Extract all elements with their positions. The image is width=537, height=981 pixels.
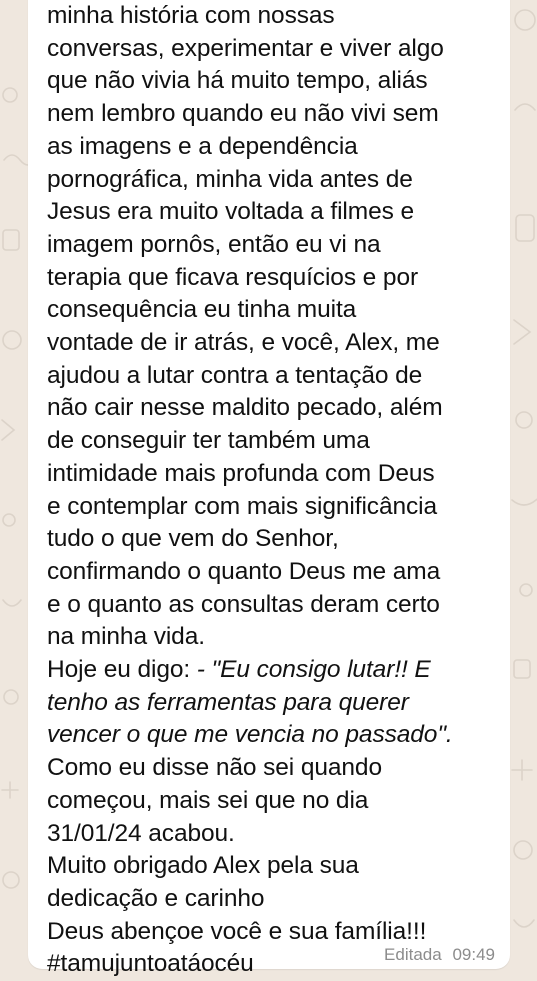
message-line: intimidade mais profunda com Deus	[47, 459, 435, 487]
message-line: começou, mais sei que no dia	[47, 786, 369, 814]
message-line: Deus abençoe você e sua família!!!	[47, 917, 427, 945]
message-line: Jesus era muito voltada a filmes e	[47, 198, 414, 226]
message-line: pornográfica, minha vida antes de	[47, 165, 413, 193]
message-line: na minha vida.	[47, 623, 205, 651]
message-line: Muito obrigado Alex pela sua	[47, 852, 359, 880]
message-line: e contemplar com mais significância	[47, 492, 438, 520]
message-line-plain-part: Hoje eu digo:	[47, 656, 197, 684]
message-line: Como eu disse não sei quando	[47, 754, 382, 782]
message-line: que não vivia há muito tempo, aliás	[47, 67, 428, 95]
message-line-italic-part: - "Eu consigo lutar!! E	[196, 656, 431, 684]
message-line: terapia que ficava resquícios e por	[47, 263, 419, 291]
message-line: as imagens e a dependência	[47, 132, 358, 160]
message-line: minha história com nossas	[47, 2, 335, 29]
message-line: consequência eu tinha muita	[47, 296, 357, 324]
message-line: de conseguir ter também uma	[47, 427, 370, 455]
message-line: ajudou a lutar contra a tentação de	[47, 361, 423, 389]
message-line: nem lembro quando eu não vivi sem	[47, 100, 439, 128]
message-line: e o quanto as consultas deram certo	[47, 590, 440, 618]
message-line: dedicação e carinho	[47, 884, 265, 912]
message-line: tudo o que vem do Senhor,	[47, 525, 339, 553]
message-line: 31/01/24 acabou.	[47, 819, 235, 847]
message-line: vontade de ir atrás, e você, Alex, me	[47, 329, 440, 357]
message-timestamp: 09:49	[452, 945, 495, 964]
message-line: tenho as ferramentas para querer	[47, 688, 409, 716]
message-line: imagem pornôs, então eu vi na	[47, 230, 381, 258]
message-line: não cair nesse maldito pecado, além	[47, 394, 443, 422]
message-line: conversas, experimentar e viver algo	[47, 34, 444, 62]
message-line: confirmando o quanto Deus me ama	[47, 557, 441, 585]
message-text: minha história com nossas conversas, expe…	[47, 0, 502, 981]
edited-label: Editada	[384, 945, 442, 964]
message-line: Hoje eu digo: - "Eu consigo lutar!! E	[47, 654, 502, 687]
message-line: vencer o que me vencia no passado".	[47, 721, 453, 749]
message-meta: Editada 09:49	[384, 945, 495, 965]
